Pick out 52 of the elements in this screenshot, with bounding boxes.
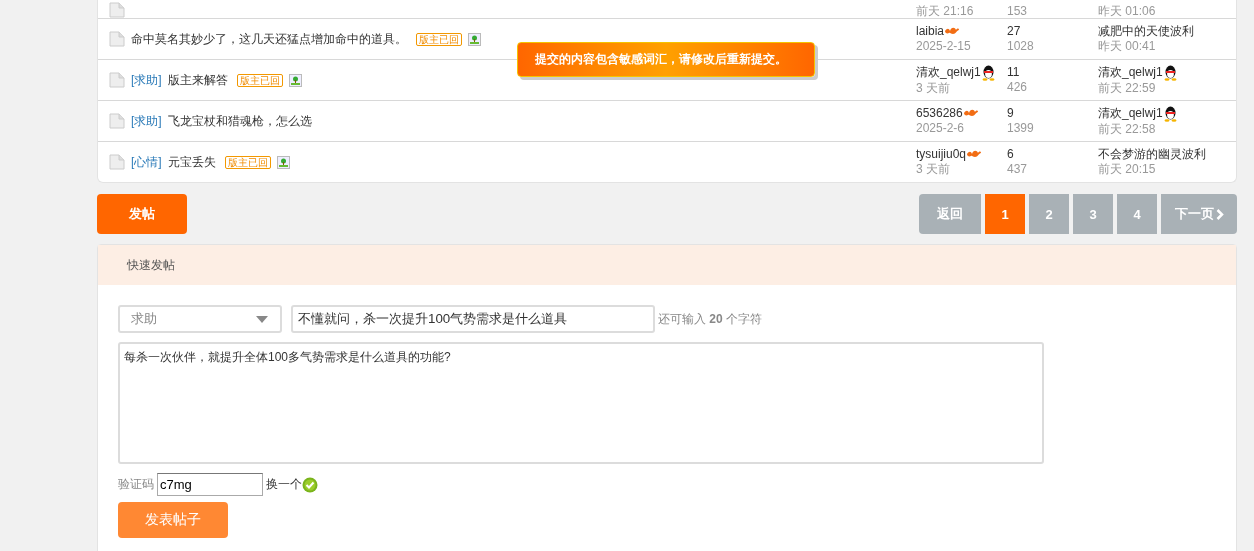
post-date: 2025-2-15 (916, 39, 972, 54)
view-count: 426 (1007, 80, 1029, 95)
document-icon (109, 113, 125, 129)
post-date: 3 天前 (916, 80, 951, 96)
reply-count: 6 (1007, 147, 1015, 162)
category-link[interactable]: [心情] (131, 153, 162, 171)
refresh-captcha-link[interactable]: 换一个 (266, 476, 302, 493)
warning-toast: 提交的内容包含敏感词汇，请修改后重新提交。 (517, 42, 815, 77)
thread-title[interactable]: 版主来解答 (167, 71, 228, 89)
panel-title: 快速发帖 (127, 256, 175, 274)
last-poster[interactable]: 减肥中的天使波利 (1098, 24, 1194, 39)
post-date: 3 天前 (916, 162, 951, 177)
thread-title[interactable]: 命中莫名其妙少了，这几天还猛点增加命中的道具。 (131, 30, 407, 48)
caret-icon (256, 315, 268, 323)
post-date: 2025-2-6 (916, 121, 966, 136)
reply-count: 27 (1007, 24, 1022, 39)
post-date: 前天 21:16 (916, 4, 975, 18)
chevron-right-icon (1215, 208, 1224, 220)
last-reply-time: 昨天 01:06 (1098, 4, 1157, 18)
thread-title[interactable]: 飞龙宝杖和猎魂枪，怎么选 (167, 112, 312, 130)
last-poster[interactable]: 清欢_qelwj1 (1098, 106, 1163, 121)
moderator-replied-tag: 版主已回 (224, 155, 271, 169)
last-poster[interactable]: 不会梦游的幽灵波利 (1098, 147, 1206, 162)
author-name[interactable]: laibia (916, 24, 945, 39)
reply-count: 11 (1007, 65, 1021, 80)
last-reply-time: 前天 22:58 (1098, 121, 1157, 137)
reply-count: 9 (1007, 106, 1015, 121)
category-dropdown[interactable]: 求助 (118, 305, 282, 333)
character-counter: 还可输入 20 个字符 (658, 310, 763, 328)
captcha-label: 验证码 (118, 476, 154, 493)
author-name[interactable]: tysuijiu0q (916, 147, 967, 162)
captcha-input[interactable]: c7mg (157, 473, 263, 496)
last-reply-time: 昨天 00:41 (1098, 39, 1157, 54)
subject-input[interactable]: 不懂就问，杀一次提升100气势需求是什么道具 (291, 305, 655, 333)
last-reply-time: 前天 22:59 (1098, 80, 1157, 96)
moderator-replied-tag: 版主已回 (416, 32, 462, 46)
thread-title[interactable]: 元宝丢失 (167, 153, 216, 171)
moderator-replied-tag: 版主已回 (236, 73, 283, 87)
content-textarea[interactable]: 每杀一次伙伴，就提升全体100多气势需求是什么道具的功能? (118, 342, 1044, 464)
last-poster[interactable]: 清欢_qelwj1 (1098, 65, 1163, 80)
document-icon (109, 31, 125, 47)
view-count: 1399 (1007, 121, 1035, 136)
author-name[interactable]: 清欢_qelwj1 (916, 65, 981, 80)
author-name[interactable]: 6536286 (916, 106, 963, 121)
last-reply-time: 前天 20:15 (1098, 162, 1157, 177)
document-icon (109, 72, 125, 88)
view-count: 153 (1007, 4, 1029, 18)
view-count: 437 (1007, 162, 1029, 177)
category-link[interactable]: [求助] (131, 71, 162, 89)
category-link[interactable]: [求助] (131, 112, 162, 130)
view-count: 1028 (1007, 39, 1035, 54)
document-icon (109, 154, 125, 170)
